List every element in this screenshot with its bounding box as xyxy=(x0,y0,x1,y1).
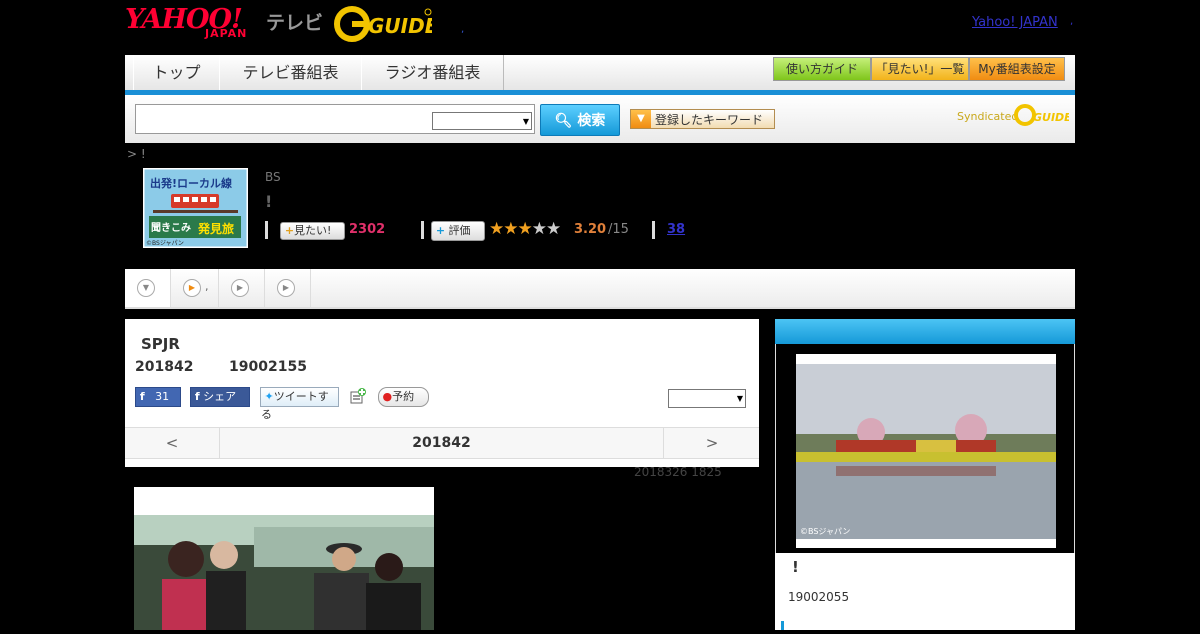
facebook-like-count: 31 xyxy=(155,390,170,403)
right-column: ©BSジャパン ! 19002055 xyxy=(775,319,1075,630)
usage-guide-button[interactable]: 使い方ガイド xyxy=(773,57,871,81)
star-icon: ★ xyxy=(517,219,533,239)
reserve-button[interactable]: ●予約 xyxy=(378,387,429,407)
episode-photo xyxy=(134,487,434,630)
saved-keywords-button[interactable]: ▼ 登録したキーワード xyxy=(630,109,775,129)
gguide-logo[interactable]: GUIDE xyxy=(334,6,439,42)
reserve-label: 予約 xyxy=(392,390,415,403)
breadcrumb[interactable]: > ! xyxy=(127,147,146,161)
episode-title: SPJR xyxy=(141,335,180,353)
pager-next-button[interactable]: > xyxy=(663,428,760,458)
syndicated-gguide-logo: GUIDE xyxy=(1013,103,1072,127)
episode-date: 201842 xyxy=(135,359,194,375)
mitai-button-label: 見たい! xyxy=(294,224,332,237)
thumb-line1: 出発!ローカル線 xyxy=(150,176,232,190)
star-icon: ★ xyxy=(503,219,518,239)
rating-value: 3.20 xyxy=(574,222,607,237)
featured-photo[interactable]: ©BSジャパン xyxy=(796,354,1056,548)
rating-max: /15 xyxy=(608,222,629,237)
subtab-3[interactable]: ▶ xyxy=(219,269,265,307)
right-date: 19002055 xyxy=(788,590,850,604)
episode-time: 19002155 xyxy=(229,359,307,375)
channel-label: BS xyxy=(265,170,281,184)
facebook-icon: f xyxy=(191,390,200,403)
add-to-list-icon[interactable] xyxy=(350,388,366,404)
tab-top[interactable]: トップ xyxy=(133,55,220,90)
yahoo-japan-link[interactable]: Yahoo! JAPAN xyxy=(972,15,1058,30)
play-icon: ▶ xyxy=(277,279,295,297)
tv-logo-text[interactable]: テレビ xyxy=(266,8,323,35)
program-thumbnail[interactable]: 出発!ローカル線 聞きこみ 発見旅 ©BSジャパン xyxy=(141,166,250,250)
chevron-down-icon: ▼ xyxy=(736,394,743,403)
right-accent-bar xyxy=(781,621,784,630)
thumb-credit: ©BSジャパン xyxy=(146,240,184,247)
episode-panel: SPJR 201842 19002155 f 31 f シェア ✦ツイートする … xyxy=(125,319,759,467)
pager-prev-button[interactable]: < xyxy=(125,428,220,458)
syndicated-label: Syndicated xyxy=(957,110,1019,123)
main-nav: トップ テレビ番組表 ラジオ番組表 使い方ガイド 「見たい!」一覧 My番組表設… xyxy=(125,55,1075,95)
rating-stars: ★★★★★ xyxy=(489,219,561,239)
star-icon: ★ xyxy=(531,219,547,239)
subtab-2-label: , xyxy=(205,280,209,293)
yahoo-japan-logo-text: JAPAN xyxy=(205,27,248,40)
search-category-select[interactable]: ▼ xyxy=(432,112,532,130)
star-icon: ★ xyxy=(546,219,561,239)
search-bar: ▼ 🔍︎ 検索 ▼ 登録したキーワード Syndicated GUIDE xyxy=(125,95,1075,143)
facebook-share-button[interactable]: f シェア xyxy=(190,387,250,407)
record-icon: ● xyxy=(379,390,393,403)
tab-radio-listings[interactable]: ラジオ番組表 xyxy=(361,55,504,90)
play-icon: ▶ xyxy=(183,279,201,297)
dropdown-arrow-icon: ▼ xyxy=(631,110,651,128)
subtab-1[interactable]: ▼ xyxy=(125,269,171,307)
mitai-button[interactable]: +見たい! xyxy=(280,222,345,240)
gguide-logo-text: GUIDE xyxy=(368,14,432,38)
tweet-button[interactable]: ✦ツイートする xyxy=(260,387,339,421)
episode-pager: < 201842 > xyxy=(125,427,759,459)
thumb-line2: 聞きこみ xyxy=(151,222,191,234)
rate-button[interactable]: + 評価 xyxy=(431,221,485,241)
sub-tabs: ▼ ▶ , ▶ ▶ xyxy=(125,269,1075,309)
play-icon: ▶ xyxy=(231,279,249,297)
subtab-2[interactable]: ▶ , xyxy=(171,269,219,307)
facebook-share-label: シェア xyxy=(203,390,237,403)
plus-icon: + xyxy=(432,224,446,237)
thumb-line3: 発見旅 xyxy=(197,221,234,236)
divider xyxy=(652,221,655,239)
tab-tv-listings[interactable]: テレビ番組表 xyxy=(219,55,362,90)
search-button[interactable]: 🔍︎ 検索 xyxy=(540,104,620,136)
photo-credit: ©BSジャパン xyxy=(800,527,850,536)
rate-button-label: 評価 xyxy=(448,224,471,237)
updated-timestamp: 2018326 1825 xyxy=(634,465,722,479)
separator-dot: , xyxy=(461,24,465,35)
search-button-label: 検索 xyxy=(577,113,606,129)
subtab-4[interactable]: ▶ xyxy=(265,269,311,307)
right-title: ! xyxy=(792,558,799,576)
program-title: ! xyxy=(265,192,273,211)
facebook-icon: f xyxy=(136,390,145,403)
star-icon: ★ xyxy=(489,219,504,239)
external-arrow-icon: , xyxy=(1070,16,1074,27)
chevron-down-icon: ▼ xyxy=(522,117,529,126)
right-column-header xyxy=(775,319,1075,344)
search-icon: 🔍︎ xyxy=(554,113,573,129)
twitter-bird-icon: ✦ xyxy=(261,390,274,403)
my-listings-settings-button[interactable]: My番組表設定 xyxy=(969,57,1065,81)
syndicated-logo-text: GUIDE xyxy=(1033,111,1069,124)
chevron-down-icon: ▼ xyxy=(137,279,155,297)
facebook-like-button[interactable]: f 31 xyxy=(135,387,181,407)
divider xyxy=(265,221,268,239)
pager-date: 201842 xyxy=(412,435,471,451)
review-count-link[interactable]: 38 xyxy=(667,222,685,237)
mitai-count: 2302 xyxy=(349,222,386,237)
divider xyxy=(421,221,424,239)
episode-select[interactable]: ▼ xyxy=(668,389,746,408)
mitai-list-button[interactable]: 「見たい!」一覧 xyxy=(871,57,969,81)
plus-icon: + xyxy=(281,224,295,237)
saved-keywords-label: 登録したキーワード xyxy=(655,113,764,127)
